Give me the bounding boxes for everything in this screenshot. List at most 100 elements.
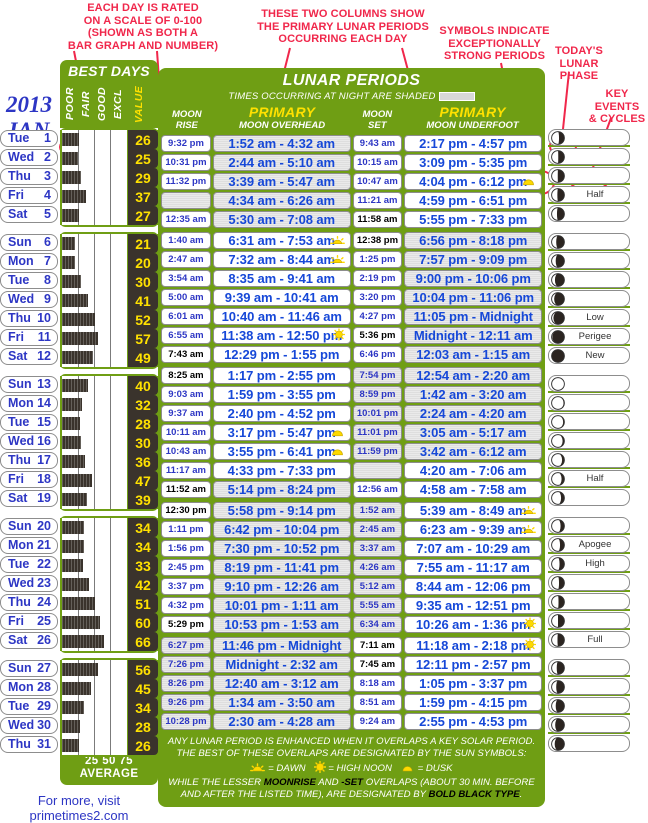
moon-phase-row[interactable]: [548, 516, 648, 535]
best-days-row[interactable]: Sun 27 56: [0, 660, 158, 679]
moon-phase-row[interactable]: [548, 166, 648, 185]
lunar-row[interactable]: 2:47 am 7:32 am - 8:44 am 1:25 pm 7:57 pm -…: [161, 250, 542, 269]
best-days-row[interactable]: Mon 28 45: [0, 679, 158, 698]
moon-phase-row[interactable]: [548, 715, 648, 734]
lunar-row[interactable]: 6:27 pm 11:46 pm - Midnight 7:11 am 11:18 a…: [161, 636, 542, 655]
lunar-row[interactable]: 1:40 am 6:31 am - 7:53 am 12:38 pm 6:56 pm …: [161, 231, 542, 250]
moon-phase-row[interactable]: [548, 488, 648, 507]
best-days-row[interactable]: Fri 4 37: [0, 187, 158, 206]
moon-phase-row[interactable]: [548, 374, 648, 393]
best-days-row[interactable]: Mon 21 34: [0, 537, 158, 556]
moon-phase-row[interactable]: [548, 658, 648, 677]
best-days-row[interactable]: Tue 29 34: [0, 698, 158, 717]
lunar-row[interactable]: 10:43 am 3:55 pm - 6:41 pm 11:59 pm 3:42 am…: [161, 442, 542, 461]
moon-phase-row[interactable]: Low: [548, 308, 648, 327]
lunar-row[interactable]: 9:37 am 2:40 pm - 4:52 pm 10:01 pm 2:24 am …: [161, 404, 542, 423]
lunar-row[interactable]: 6:55 am 11:38 am - 12:50 pm 5:36 pm Midnigh…: [161, 326, 542, 345]
moon-phase-row[interactable]: [548, 128, 648, 147]
best-days-row[interactable]: Tue 22 33: [0, 556, 158, 575]
moon-phase-row[interactable]: [548, 696, 648, 715]
moon-phase-row[interactable]: [548, 592, 648, 611]
best-days-row[interactable]: Wed 16 30: [0, 433, 158, 452]
best-days-row[interactable]: Thu 17 36: [0, 452, 158, 471]
best-days-row[interactable]: Tue 15 28: [0, 414, 158, 433]
day-value: 39: [128, 490, 158, 509]
best-days-row[interactable]: Thu 10 52: [0, 310, 158, 329]
best-days-row[interactable]: Sat 26 66: [0, 632, 158, 651]
lunar-row[interactable]: 10:28 pm 2:30 am - 4:28 am 9:24 am 2:55 pm …: [161, 712, 542, 731]
best-days-row[interactable]: Tue 1 26: [0, 130, 158, 149]
site-footer[interactable]: For more, visit primetimes2.com: [0, 793, 158, 823]
moon-phase-row[interactable]: Full: [548, 630, 648, 649]
lunar-row[interactable]: 11:32 pm 3:39 am - 5:47 am 10:47 am 4:04 pm…: [161, 172, 542, 191]
moon-phase-row[interactable]: [548, 734, 648, 753]
lunar-row[interactable]: 3:37 pm 9:10 pm - 12:26 am 5:12 am 8:44 am …: [161, 577, 542, 596]
moon-phase-row[interactable]: [548, 412, 648, 431]
moon-phase-row[interactable]: [548, 393, 648, 412]
moon-phase-row[interactable]: [548, 232, 648, 251]
best-days-row[interactable]: Sat 19 39: [0, 490, 158, 509]
lunar-row[interactable]: 11:17 am 4:33 pm - 7:33 pm 4:20 am - 7:06 …: [161, 461, 542, 480]
lunar-row[interactable]: 3:54 am 8:35 am - 9:41 am 2:19 pm 9:00 pm -…: [161, 269, 542, 288]
moon-phase-row[interactable]: Half: [548, 185, 648, 204]
moon-phase-row[interactable]: [548, 573, 648, 592]
lunar-row[interactable]: 5:00 am 9:39 am - 10:41 am 3:20 pm 10:04 pm…: [161, 288, 542, 307]
moon-phase-row[interactable]: [548, 251, 648, 270]
lunar-row[interactable]: 9:32 pm 1:52 am - 4:32 am 9:43 am 2:17 pm -…: [161, 134, 542, 153]
best-days-row[interactable]: Fri 11 57: [0, 329, 158, 348]
moon-phase-row[interactable]: High: [548, 554, 648, 573]
footer-link[interactable]: primetimes2.com: [0, 808, 158, 823]
lunar-row[interactable]: 1:56 pm 7:30 pm - 10:52 pm 3:37 am 7:07 am …: [161, 539, 542, 558]
lunar-row[interactable]: 12:30 pm 5:58 pm - 9:14 pm 1:52 am 5:39 am …: [161, 501, 542, 520]
best-days-row[interactable]: Thu 31 26: [0, 736, 158, 755]
lunar-row[interactable]: 8:26 pm 12:40 am - 3:12 am 8:18 am 1:05 pm …: [161, 674, 542, 693]
lunar-row[interactable]: 10:11 am 3:17 pm - 5:47 pm 11:01 pm 3:05 am…: [161, 423, 542, 442]
best-days-row[interactable]: Mon 14 32: [0, 395, 158, 414]
moon-phase-row[interactable]: [548, 611, 648, 630]
moon-phase-row[interactable]: [548, 270, 648, 289]
moon-underfoot-period: 3:09 pm - 5:35 pm: [404, 154, 542, 171]
lunar-row[interactable]: 12:35 am 5:30 am - 7:08 am 11:58 am 5:55 pm…: [161, 210, 542, 229]
best-days-row[interactable]: Sun 6 21: [0, 234, 158, 253]
moon-phase-row[interactable]: New: [548, 346, 648, 365]
moon-phase-row[interactable]: [548, 431, 648, 450]
col-header-overhead-primary: PRIMARY: [248, 104, 316, 120]
moon-phase-row[interactable]: [548, 147, 648, 166]
lunar-row[interactable]: 4:34 am - 6:26 am 11:21 am 4:59 pm - 6:51 …: [161, 191, 542, 210]
lunar-row[interactable]: 2:45 pm 8:19 pm - 11:41 pm 4:26 am 7:55 am …: [161, 558, 542, 577]
best-days-row[interactable]: Thu 3 29: [0, 168, 158, 187]
best-days-row[interactable]: Sat 12 49: [0, 348, 158, 367]
best-days-row[interactable]: Sun 20 34: [0, 518, 158, 537]
moon-phase-row[interactable]: [548, 204, 648, 223]
moon-phase-row[interactable]: Apogee: [548, 535, 648, 554]
best-days-row[interactable]: Sun 13 40: [0, 376, 158, 395]
best-days-row[interactable]: Wed 23 42: [0, 575, 158, 594]
day-weekday: Fri: [8, 614, 24, 629]
lunar-row[interactable]: 10:31 pm 2:44 am - 5:10 am 10:15 am 3:09 pm…: [161, 153, 542, 172]
lunar-row[interactable]: 8:25 am 1:17 pm - 2:55 pm 7:54 pm 12:54 am …: [161, 366, 542, 385]
lunar-row[interactable]: 9:03 am 1:59 pm - 3:55 pm 8:59 pm 1:42 am -…: [161, 385, 542, 404]
moon-phase-row[interactable]: [548, 677, 648, 696]
lunar-row[interactable]: 6:01 am 10:40 am - 11:46 am 4:27 pm 11:05 p…: [161, 307, 542, 326]
lunar-row[interactable]: 4:32 pm 10:01 pm - 1:11 am 5:55 am 9:35 am …: [161, 596, 542, 615]
lunar-row[interactable]: 7:26 pm Midnight - 2:32 am 7:45 am 12:11 pm…: [161, 655, 542, 674]
best-days-row[interactable]: Mon 7 20: [0, 253, 158, 272]
lunar-row[interactable]: 11:52 am 5:14 pm - 8:24 pm 12:56 am 4:58 am…: [161, 480, 542, 499]
moon-phase-row[interactable]: Perigee: [548, 327, 648, 346]
lunar-row[interactable]: 5:29 pm 10:53 pm - 1:53 am 6:34 am 10:26 am…: [161, 615, 542, 634]
lunar-row[interactable]: 1:11 pm 6:42 pm - 10:04 pm 2:45 am 6:23 am …: [161, 520, 542, 539]
day-label: Thu 31: [0, 736, 58, 753]
lunar-row[interactable]: 9:26 pm 1:34 am - 3:50 am 8:51 am 1:59 pm -…: [161, 693, 542, 712]
moon-phase-row[interactable]: [548, 289, 648, 308]
best-days-row[interactable]: Thu 24 51: [0, 594, 158, 613]
best-days-row[interactable]: Tue 8 30: [0, 272, 158, 291]
best-days-row[interactable]: Wed 9 41: [0, 291, 158, 310]
best-days-row[interactable]: Wed 30 28: [0, 717, 158, 736]
best-days-row[interactable]: Wed 2 25: [0, 149, 158, 168]
best-days-row[interactable]: Fri 18 47: [0, 471, 158, 490]
best-days-row[interactable]: Sat 5 27: [0, 206, 158, 225]
moon-phase-row[interactable]: [548, 450, 648, 469]
moon-phase-row[interactable]: Half: [548, 469, 648, 488]
lunar-row[interactable]: 7:43 am 12:29 pm - 1:55 pm 6:46 pm 12:03 am…: [161, 345, 542, 364]
best-days-row[interactable]: Fri 25 60: [0, 613, 158, 632]
